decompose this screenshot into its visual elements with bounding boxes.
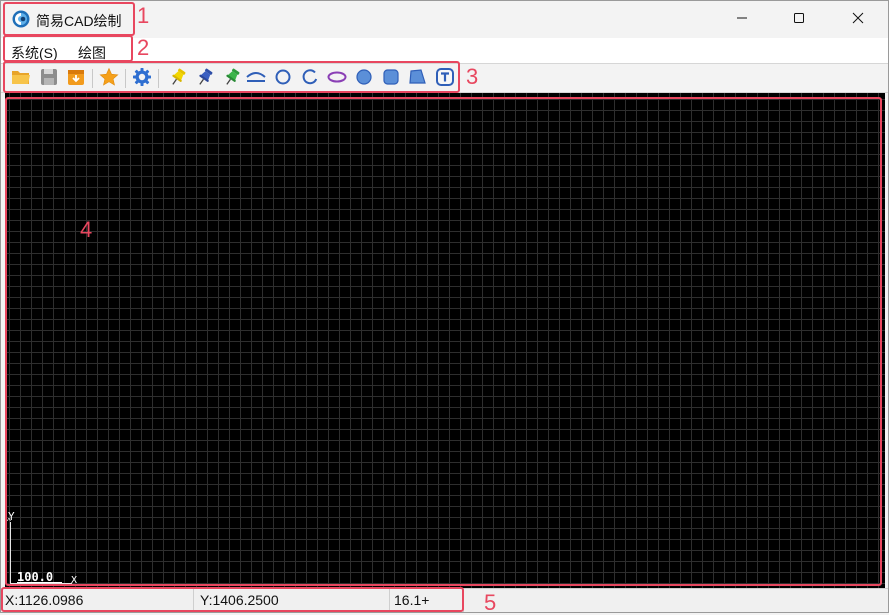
annotation-label-3: 3 bbox=[466, 64, 479, 89]
annotation-label-2: 2 bbox=[137, 35, 150, 60]
close-button[interactable] bbox=[835, 1, 881, 38]
menu-bar: 系统(S) 绘图 bbox=[1, 38, 888, 63]
annotation-label-5: 5 bbox=[484, 590, 497, 615]
annotation-box-title bbox=[3, 2, 135, 36]
annotation-box-menu bbox=[3, 35, 133, 62]
annotation-label-4: 4 bbox=[80, 217, 93, 242]
minimize-button[interactable] bbox=[719, 1, 765, 38]
maximize-icon bbox=[793, 11, 805, 29]
annotation-label-1: 1 bbox=[137, 3, 150, 28]
minimize-icon bbox=[736, 11, 748, 29]
annotation-box-status bbox=[1, 587, 464, 612]
annotation-box-toolbar bbox=[3, 61, 460, 93]
annotation-box-canvas bbox=[5, 97, 882, 586]
maximize-button[interactable] bbox=[776, 1, 822, 38]
close-icon bbox=[852, 11, 864, 29]
